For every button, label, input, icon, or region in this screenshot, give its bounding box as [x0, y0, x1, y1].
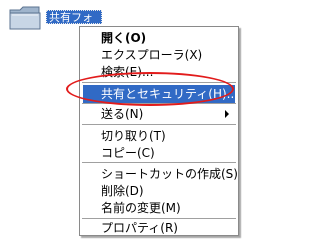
submenu-arrow-icon	[225, 110, 229, 118]
menu-separator	[82, 162, 236, 163]
menu-item-properties[interactable]: プロパティ(R)	[83, 219, 235, 237]
menu-item-explorer[interactable]: エクスプローラ(X)	[83, 46, 235, 64]
folder-icon[interactable]	[9, 5, 41, 31]
menu-item-send-to-label: 送る(N)	[101, 107, 144, 121]
menu-item-copy[interactable]: コピー(C)	[83, 144, 235, 162]
menu-item-delete[interactable]: 削除(D)	[83, 182, 235, 200]
menu-item-send-to[interactable]: 送る(N)	[83, 105, 235, 123]
menu-item-cut[interactable]: 切り取り(T)	[83, 127, 235, 145]
menu-item-rename[interactable]: 名前の変更(M)	[83, 199, 235, 217]
menu-item-sharing-security[interactable]: 共有とセキュリティ(H)...	[83, 85, 238, 103]
menu-item-open[interactable]: 開く(O)	[83, 29, 235, 47]
menu-separator	[82, 103, 236, 104]
context-menu: 開く(O) エクスプローラ(X) 検索(E)... 共有とセキュリティ(H)..…	[79, 26, 239, 236]
menu-item-create-shortcut[interactable]: ショートカットの作成(S)	[83, 165, 238, 183]
folder-name-label[interactable]: 共有フォ	[46, 10, 102, 24]
menu-item-search[interactable]: 検索(E)...	[83, 63, 235, 81]
menu-separator	[82, 124, 236, 125]
menu-separator	[82, 82, 236, 83]
